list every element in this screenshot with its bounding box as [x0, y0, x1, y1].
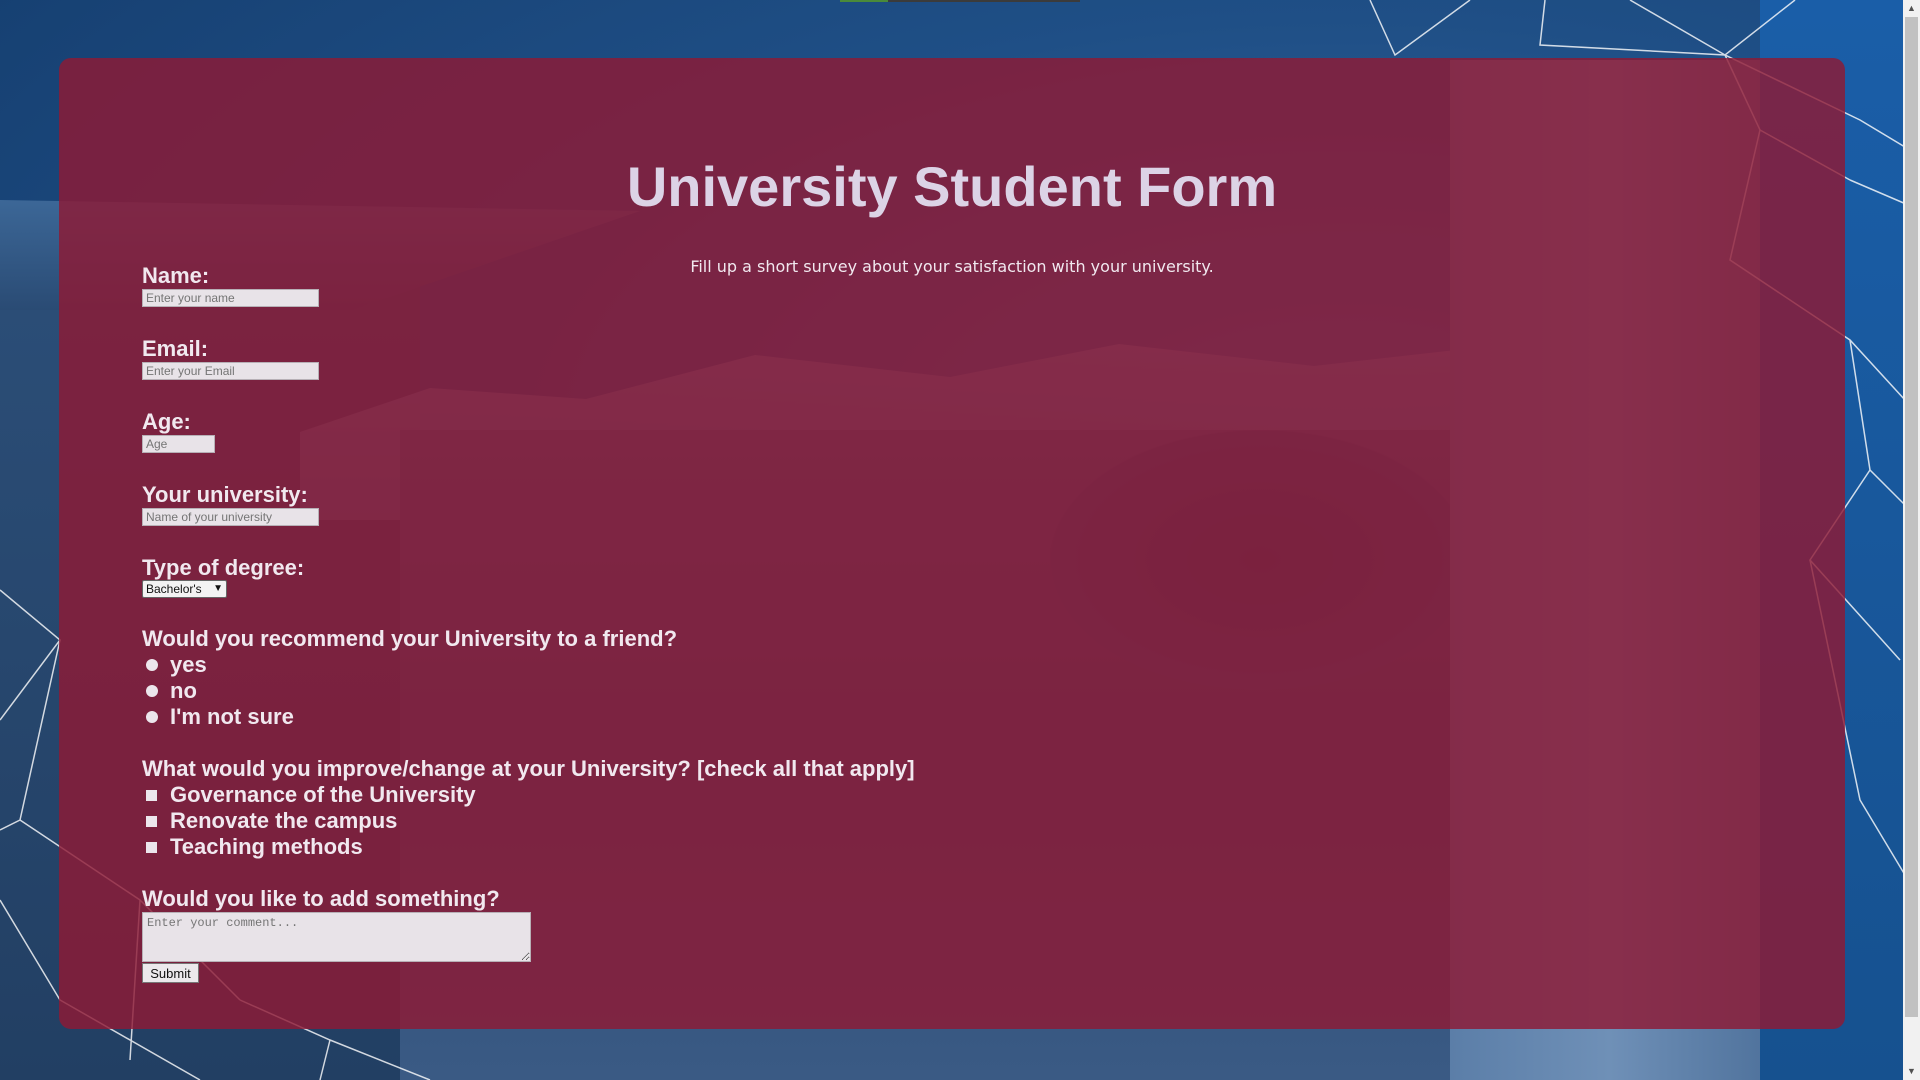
option-label: Renovate the campus: [170, 808, 398, 833]
form-title: University Student Form: [626, 155, 1278, 218]
age-input[interactable]: [142, 435, 215, 453]
email-label: Email:: [142, 336, 209, 361]
submit-button[interactable]: Submit: [142, 963, 199, 983]
comment-textarea[interactable]: [142, 912, 531, 962]
improve-question: What would you improve/change at your Un…: [142, 756, 915, 781]
email-input[interactable]: [142, 362, 319, 380]
radio-button[interactable]: [146, 711, 158, 723]
option-label: yes: [170, 652, 207, 677]
top-strip-accent: [840, 0, 888, 2]
name-label: Name:: [142, 263, 210, 288]
student-form-panel: University Student Form Fill up a short …: [59, 58, 1845, 1029]
checkbox[interactable]: [146, 841, 157, 853]
radio-button[interactable]: [146, 659, 158, 671]
checkbox[interactable]: [146, 815, 157, 827]
vertical-scrollbar[interactable]: ▲ ▼: [1903, 0, 1920, 1080]
name-input[interactable]: [142, 289, 319, 307]
checkbox[interactable]: [146, 789, 157, 801]
radio-button[interactable]: [146, 685, 158, 697]
form-subtitle: Fill up a short survey about your satisf…: [690, 257, 1214, 276]
improve-option-governance[interactable]: Governance of the University: [145, 782, 476, 808]
option-label: I'm not sure: [170, 704, 294, 729]
recommend-option-yes[interactable]: yes: [145, 652, 207, 678]
improve-option-campus[interactable]: Renovate the campus: [145, 808, 397, 834]
recommend-option-no[interactable]: no: [145, 678, 197, 704]
university-label: Your university:: [142, 482, 308, 507]
arrow-up-icon[interactable]: ▲: [1903, 0, 1920, 17]
degree-select-value: Bachelor's: [146, 582, 202, 596]
university-input[interactable]: [142, 508, 319, 526]
scrollbar-thumb[interactable]: [1905, 17, 1918, 1017]
comment-label: Would you like to add something?: [142, 886, 500, 911]
chevron-down-icon: ▼: [213, 583, 223, 594]
improve-option-teaching[interactable]: Teaching methods: [145, 834, 363, 860]
age-label: Age:: [142, 409, 191, 434]
option-label: Teaching methods: [170, 834, 363, 859]
arrow-down-icon[interactable]: ▼: [1903, 1063, 1920, 1080]
recommend-option-not-sure[interactable]: I'm not sure: [145, 704, 294, 730]
option-label: no: [170, 678, 197, 703]
degree-select[interactable]: Bachelor's ▼: [142, 580, 227, 598]
option-label: Governance of the University: [170, 782, 476, 807]
degree-label: Type of degree:: [142, 555, 305, 580]
recommend-question: Would you recommend your University to a…: [142, 626, 678, 651]
page-viewport: University Student Form Fill up a short …: [0, 0, 1920, 1080]
